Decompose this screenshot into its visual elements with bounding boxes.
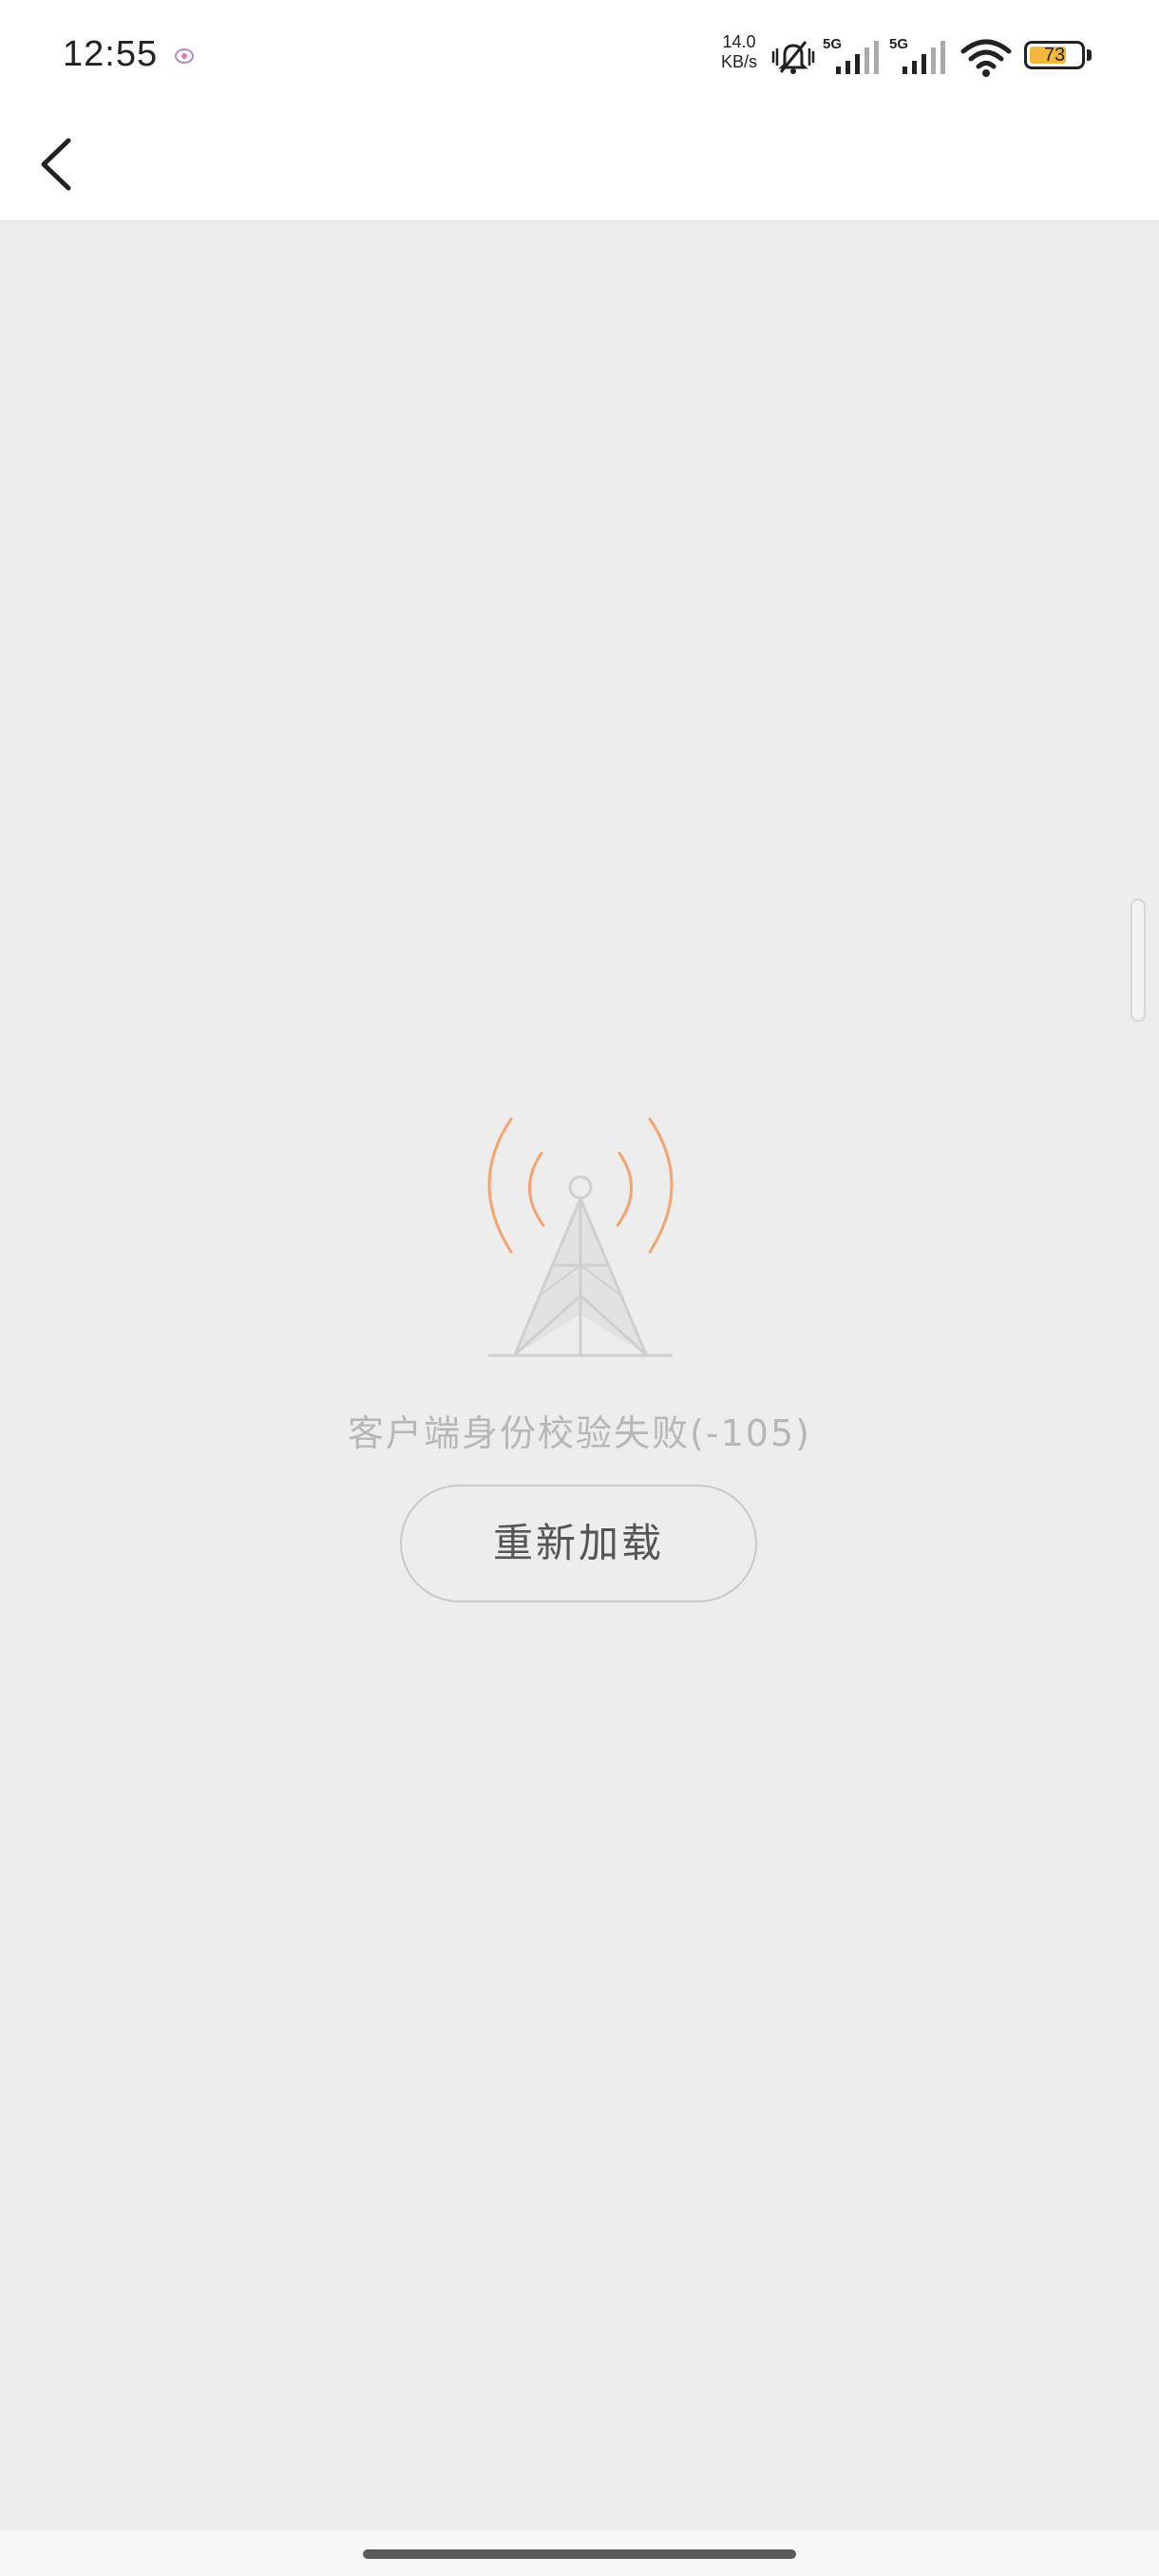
signal-tower-icon bbox=[475, 1111, 686, 1362]
status-time: 12:55 bbox=[63, 34, 159, 74]
chevron-left-icon bbox=[41, 138, 71, 191]
signal-icon: 5G bbox=[889, 36, 954, 76]
network-speed-unit: KB/s bbox=[720, 52, 757, 71]
battery-tip bbox=[1087, 49, 1092, 61]
gesture-bar bbox=[0, 2530, 1159, 2576]
bell-muted-icon bbox=[770, 36, 817, 78]
app-notification-icon bbox=[173, 44, 196, 66]
battery-icon: 73 bbox=[1024, 41, 1092, 71]
network-speed-value: 14.0 bbox=[722, 32, 756, 51]
scrollbar-handle[interactable] bbox=[1130, 899, 1146, 1022]
error-message: 客户端身份校验失败(-105) bbox=[348, 1412, 811, 1454]
back-button[interactable] bbox=[28, 131, 95, 198]
battery-level-text: 73 bbox=[1043, 45, 1066, 66]
wifi-icon bbox=[960, 36, 1013, 78]
network-speed: 14.0 KB/s bbox=[717, 32, 761, 72]
reload-button[interactable]: 重新加载 bbox=[400, 1485, 757, 1602]
status-bar: 12:55 14.0 KB/s 5G 5G 73 bbox=[0, 0, 1159, 112]
home-indicator[interactable] bbox=[363, 2549, 796, 2559]
navigation-bar bbox=[0, 112, 1159, 221]
signal-icon: 5G bbox=[823, 36, 887, 76]
